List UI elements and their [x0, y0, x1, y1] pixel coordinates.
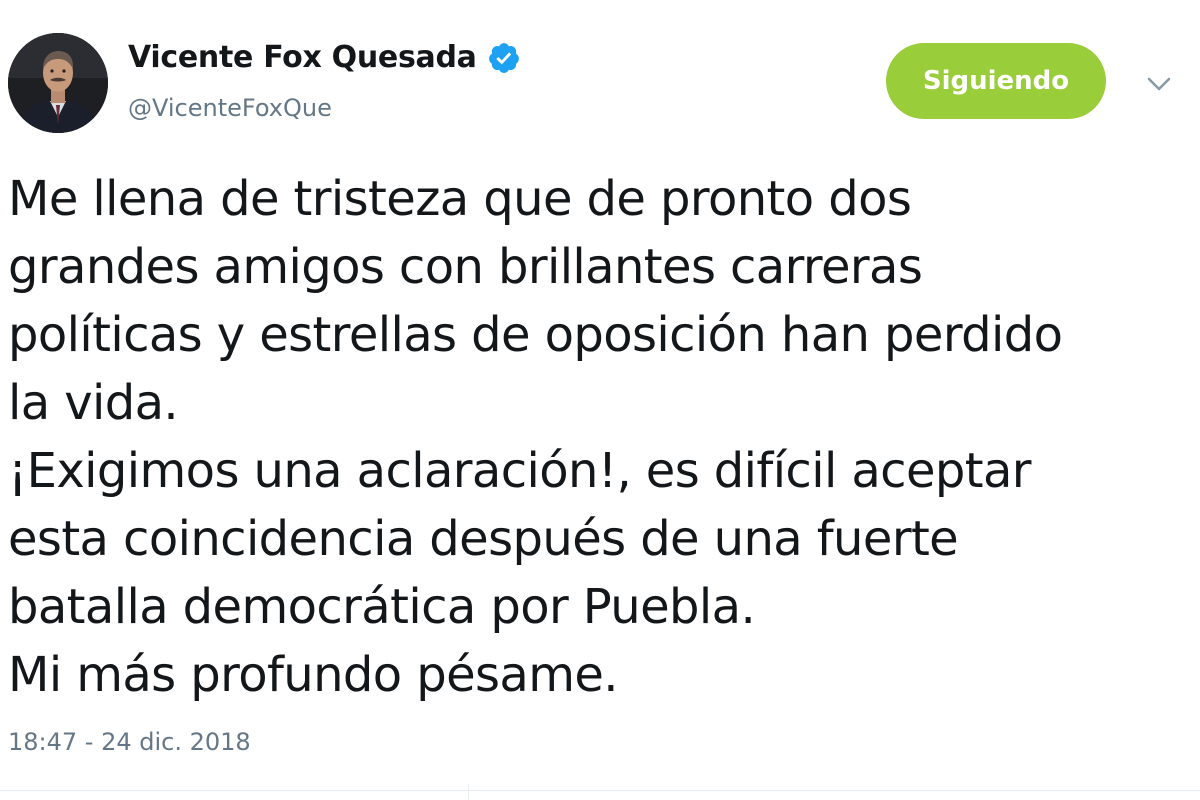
- tweet-card: Vicente Fox Quesada @VicenteFoxQue Sigui…: [0, 0, 1200, 800]
- display-name[interactable]: Vicente Fox Quesada: [128, 40, 477, 75]
- tweet-text-line: ¡Exigimos una aclaración!, es difícil ac…: [8, 443, 1032, 499]
- user-name-row: Vicente Fox Quesada: [128, 40, 521, 75]
- divider: [0, 790, 1200, 791]
- tweet-text-line: Mi más profundo pésame.: [8, 647, 619, 703]
- tweet-text-line: esta coincidencia después de una fuerte: [8, 511, 959, 567]
- tweet-timestamp[interactable]: 18:47 - 24 dic. 2018: [8, 728, 251, 756]
- chevron-down-icon[interactable]: [1142, 70, 1176, 100]
- divider-tick: [468, 784, 469, 800]
- tweet-text-line: grandes amigos con brillantes carreras: [8, 239, 923, 295]
- tweet-text-line: batalla democrática por Puebla.: [8, 579, 756, 635]
- profile-photo-icon: [8, 33, 108, 133]
- tweet-text-line: la vida.: [8, 375, 179, 431]
- tweet-text-line: políticas y estrellas de oposición han p…: [8, 307, 1063, 363]
- user-handle[interactable]: @VicenteFoxQue: [128, 94, 332, 122]
- tweet-text: Me llena de tristeza que de pronto dos g…: [8, 165, 1193, 709]
- tweet-text-line: Me llena de tristeza que de pronto dos: [8, 171, 912, 227]
- following-button[interactable]: Siguiendo: [886, 43, 1106, 119]
- verified-badge-icon: [487, 41, 521, 75]
- avatar[interactable]: [8, 33, 108, 133]
